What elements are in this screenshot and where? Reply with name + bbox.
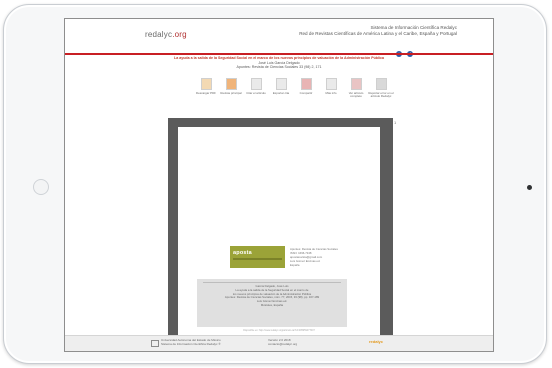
cite-icon [250,78,262,90]
site-header: redalyc.org Sistema de Información Cient… [65,19,493,57]
toolbar-item-journal[interactable]: Revista principal [218,78,244,95]
toolbar-label: Exportar cita [272,91,290,95]
document-icon [350,78,362,90]
toolbar-label: Descargar PDF [196,91,216,95]
footer-mid: Versión 2.0 2018 contacto@redalyc.org [268,338,297,347]
card-bar [233,258,282,260]
toolbar-label: Ver artículo completo [348,91,364,99]
export-icon [275,78,287,90]
article-toolbar: Descargar PDF Revista principal Citar el… [193,78,413,108]
share-icon [300,78,312,90]
tablet-screen: redalyc.org Sistema de Información Cient… [64,18,494,352]
toolbar-label: Revista principal [220,91,242,95]
toolbar-label: Más info [325,91,337,95]
footer-left-line: Sistema de Información Científica Redaly… [161,341,221,346]
toolbar-label: Compartir [299,91,313,95]
footer-contact-link[interactable]: contacto@redalyc.org [268,342,297,347]
toolbar-item-cite[interactable]: Citar el artículo [243,78,269,95]
journal-icon [225,78,237,90]
site-logo[interactable]: redalyc.org [145,30,187,39]
toolbar-item-document[interactable]: Ver artículo completo [343,78,369,99]
logo-suffix: .org [172,30,187,39]
toolbar-label: Citar el artículo [246,91,266,95]
meta-line: España [290,263,300,267]
pdf-viewer[interactable]: aposta Apuntes: Revista de Ciencias Soci… [168,118,393,339]
tablet-frame: redalyc.org Sistema de Información Cient… [3,4,547,364]
pdf-page: aposta Apuntes: Revista de Ciencias Soci… [178,127,380,335]
available-at-note[interactable]: Disponible en: http://www.redalyc.org/ar… [178,329,380,332]
toolbar-item-print[interactable]: Reportar error en el artículo Redalyc [368,78,394,99]
toolbar-item-share[interactable]: Compartir [293,78,319,95]
journal-brand: aposta [233,250,252,256]
citation-divider [203,282,341,283]
toolbar-item-export[interactable]: Exportar cita [268,78,294,95]
journal-meta: Apuntes: Revista de Ciencias Sociales IS… [290,247,338,267]
pdf-download-icon [200,78,212,90]
header-title-line-2: Red de Revistas Científicas de América L… [299,30,457,36]
citation-box: García Delgado, José Luis La ayuda a la … [197,279,347,327]
header-title: Sistema de Información Científica Redaly… [277,25,457,36]
journal-logo-card: aposta [230,246,285,268]
header-divider [65,53,493,55]
footer-left: Universidad Autónoma del Estado de Méxic… [161,338,221,347]
site-footer: Universidad Autónoma del Estado de Méxic… [65,335,493,351]
camera-dot [527,185,532,190]
article-info: La ayuda a la salida de la Seguridad Soc… [65,56,493,70]
info-icon [325,78,337,90]
toolbar-item-info[interactable]: Más info [318,78,344,95]
print-icon [375,78,387,90]
page-counter: 1 [394,120,397,125]
home-button[interactable] [33,179,49,195]
article-source: Apuntes: Revista de Ciencias Sociales 33… [236,65,322,70]
toolbar-label: Reportar error en el artículo Redalyc [368,91,394,99]
university-logo-icon [151,340,159,347]
citation-line: Móstoles, España [260,302,284,307]
footer-redalyc-logo[interactable]: redalyc [369,340,383,344]
toolbar-item-pdf[interactable]: Descargar PDF [193,78,219,95]
logo-prefix: redalyc [145,30,173,39]
